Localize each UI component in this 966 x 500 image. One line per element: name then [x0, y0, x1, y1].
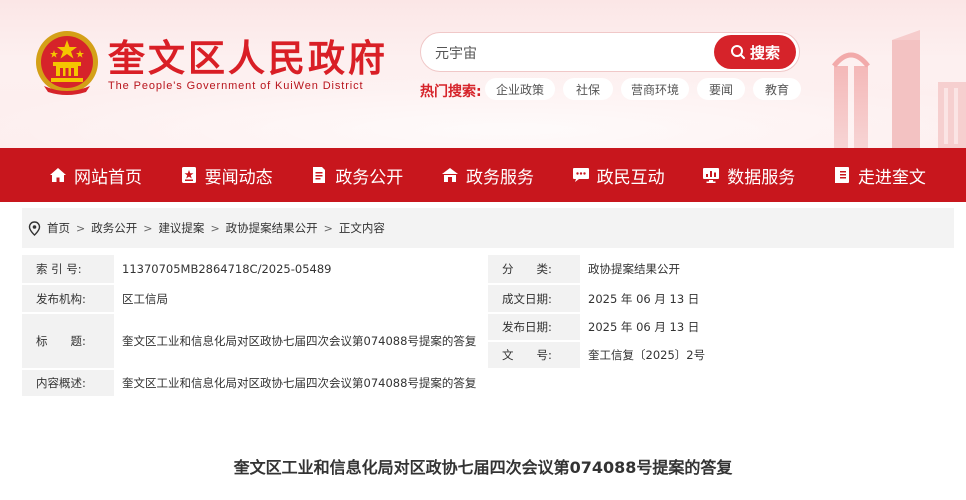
main-nav: 网站首页 要闻动态 政务公开 政务服务 政民互动 数据服务 走进奎文 — [0, 148, 966, 202]
nav-item-gov-services[interactable]: 政务服务 — [440, 163, 534, 188]
breadcrumb: 首页 > 政务公开 > 建议提案 > 政协提案结果公开 > 正文内容 — [22, 208, 954, 248]
meta-title-label: 标 题: — [22, 314, 114, 368]
meta-published-date-value: 2025 年 06 月 13 日 — [588, 320, 700, 334]
meta-index-value: 11370705MB2864718C/2025-05489 — [122, 262, 332, 276]
book-icon — [834, 167, 849, 183]
breadcrumb-cppcc-results[interactable]: 政协提案结果公开 — [226, 220, 318, 236]
city-buildings-illustration — [832, 30, 966, 148]
breadcrumb-separator: > — [323, 221, 333, 235]
meta-summary-label: 内容概述: — [22, 370, 114, 396]
meta-summary-value: 奎文区工业和信息化局对区政协七届四次会议第074088号提案的答复 — [122, 376, 477, 390]
nav-item-interaction[interactable]: 政民互动 — [571, 163, 665, 188]
breadcrumb-home[interactable]: 首页 — [47, 220, 70, 236]
meta-title-value: 奎文区工业和信息化局对区政协七届四次会议第074088号提案的答复 — [122, 334, 477, 348]
nav-item-label: 政务公开 — [335, 167, 404, 188]
nav-item-gov-affairs-open[interactable]: 政务公开 — [309, 163, 403, 188]
location-pin-icon — [28, 220, 41, 236]
meta-publisher-value: 区工信局 — [122, 291, 168, 306]
meta-created-date-label: 成文日期: — [488, 285, 580, 312]
nav-item-label: 政务服务 — [465, 167, 534, 188]
breadcrumb-separator: > — [210, 221, 220, 235]
nav-item-label: 要闻动态 — [204, 167, 273, 188]
search-input[interactable] — [435, 41, 715, 65]
nav-item-about-kuiwen[interactable]: 走进奎文 — [832, 163, 926, 188]
home-icon — [50, 168, 66, 182]
meta-index-label: 索 引 号: — [22, 255, 114, 283]
site-header: 奎文区人民政府 The People's Government of KuiWe… — [0, 0, 966, 148]
nav-item-news[interactable]: 要闻动态 — [179, 163, 273, 188]
breadcrumb-separator: > — [76, 221, 86, 235]
hot-tag-social-security[interactable]: 社保 — [563, 78, 613, 100]
hot-tag-education[interactable]: 教育 — [753, 78, 801, 100]
search-button[interactable]: 搜索 — [714, 35, 796, 69]
document-icon — [313, 167, 326, 183]
meta-docno-label: 文 号: — [488, 342, 580, 368]
meta-category-label: 分 类: — [488, 255, 580, 283]
hot-tag-business-environment[interactable]: 营商环境 — [621, 78, 689, 100]
search-box: 搜索 — [420, 32, 800, 72]
article-title: 奎文区工业和信息化局对区政协七届四次会议第074088号提案的答复 — [233, 458, 733, 477]
breadcrumb-proposals[interactable]: 建议提案 — [158, 220, 204, 236]
nav-item-label: 网站首页 — [74, 167, 142, 188]
nav-item-home[interactable]: 网站首页 — [48, 163, 142, 188]
hot-search-label: 热门搜索: — [420, 84, 482, 100]
news-icon — [181, 167, 196, 183]
site-subtitle: The People's Government of KuiWen Distri… — [108, 80, 364, 92]
national-emblem-icon — [36, 31, 98, 95]
meta-docno-value: 奎工信复〔2025〕2号 — [588, 348, 706, 362]
nav-item-data-services[interactable]: 数据服务 — [701, 163, 795, 188]
site-title: 奎文区人民政府 — [108, 37, 388, 80]
breadcrumb-separator: > — [143, 221, 153, 235]
hot-tag-news[interactable]: 要闻 — [697, 78, 745, 100]
meta-publisher-label: 发布机构: — [22, 285, 114, 312]
search-icon — [730, 45, 745, 59]
meta-created-date-value: 2025 年 06 月 13 日 — [588, 291, 700, 306]
service-icon — [441, 168, 458, 182]
breadcrumb-current: 正文内容 — [338, 221, 385, 235]
nav-item-label: 数据服务 — [727, 167, 796, 188]
meta-category-value: 政协提案结果公开 — [588, 262, 680, 276]
breadcrumb-gov-affairs-open[interactable]: 政务公开 — [91, 220, 137, 236]
nav-item-label: 政民互动 — [596, 167, 665, 188]
chat-icon — [572, 168, 589, 182]
search-button-label: 搜索 — [749, 43, 780, 62]
meta-published-date-label: 发布日期: — [488, 314, 580, 340]
nav-item-label: 走进奎文 — [857, 167, 926, 188]
hot-tag-enterprise-policy[interactable]: 企业政策 — [485, 78, 555, 100]
monitor-icon — [703, 168, 720, 183]
